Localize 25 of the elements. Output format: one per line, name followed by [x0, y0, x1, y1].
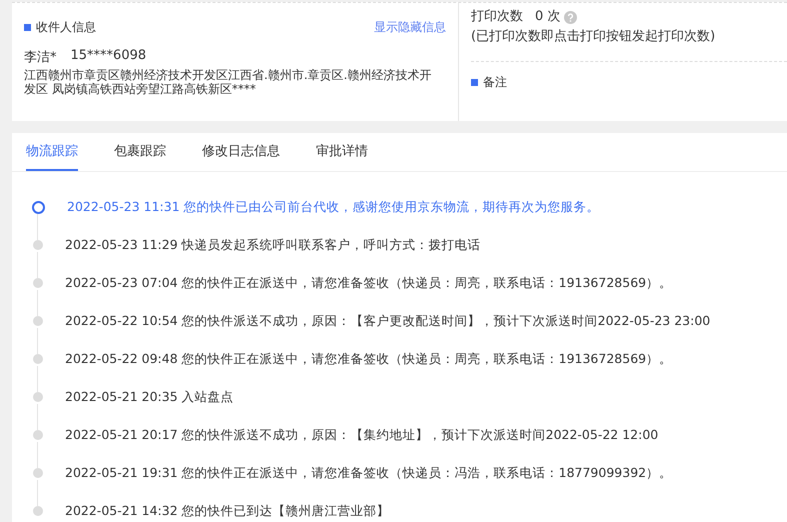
- timeline-entry: 2022-05-21 20:17 您的快件派送不成功，原因：【集约地址】，预计下次派送时间2022-05-22 12:00: [65, 426, 658, 444]
- tab[interactable]: 修改日志信息: [202, 133, 280, 171]
- timeline-entry: 2022-05-21 14:32 您的快件已到达【赣州唐江营业部】: [65, 502, 390, 520]
- timeline-entry: 2022-05-22 10:54 您的快件派送不成功，原因：【客户更改配送时间】，预计下次派送时间2022-05-23 23:00: [65, 312, 710, 330]
- recipient-name: 李洁*: [24, 49, 56, 66]
- section-marker-icon: [24, 24, 31, 31]
- tab[interactable]: 审批详情: [316, 133, 368, 171]
- show-hidden-info-link[interactable]: 显示隐藏信息: [374, 19, 446, 36]
- help-icon[interactable]: [564, 10, 578, 24]
- timeline-entry: 2022-05-21 20:35 入站盘点: [65, 388, 234, 406]
- section-title: 收件人信息: [36, 19, 96, 36]
- timeline-entry: 2022-05-23 07:04 您的快件正在派送中，请您准备签收（快递员：周亮，联系电话：19136728569）。: [65, 274, 672, 292]
- timeline-entry: 2022-05-23 11:31 您的快件已由公司前台代收，感谢您使用京东物流，期待再次为您服务。: [67, 198, 600, 216]
- section-title: 备注: [483, 74, 507, 91]
- print-count-value: 0 次: [535, 8, 560, 26]
- section-marker-icon: [471, 79, 478, 86]
- tab[interactable]: 包裹跟踪: [114, 133, 166, 171]
- recipient-address: 江西赣州市章贡区赣州经济技术开发区江西省.赣州市.章贡区.赣州经济技术开发区 凤岗镇高铁西站旁望江路高铁新区****: [24, 68, 432, 96]
- timeline-entry: 2022-05-22 09:48 您的快件正在派送中，请您准备签收（快递员：周亮，联系电话：19136728569）。: [65, 350, 672, 368]
- print-count-note: (已打印次数即点击打印按钮发起打印次数): [471, 28, 716, 46]
- timeline-entry: 2022-05-23 11:29 快递员发起系统呼叫联系客户，呼叫方式：拨打电话: [65, 236, 481, 254]
- timeline-entry: 2022-05-21 19:31 您的快件正在派送中，请您准备签收（快递员：冯浩，联系电话：18779099392）。: [65, 464, 672, 482]
- recipient-phone: 15****6098: [70, 48, 146, 65]
- print-count-label: 打印次数: [471, 8, 523, 26]
- tab[interactable]: 物流跟踪: [26, 133, 78, 171]
